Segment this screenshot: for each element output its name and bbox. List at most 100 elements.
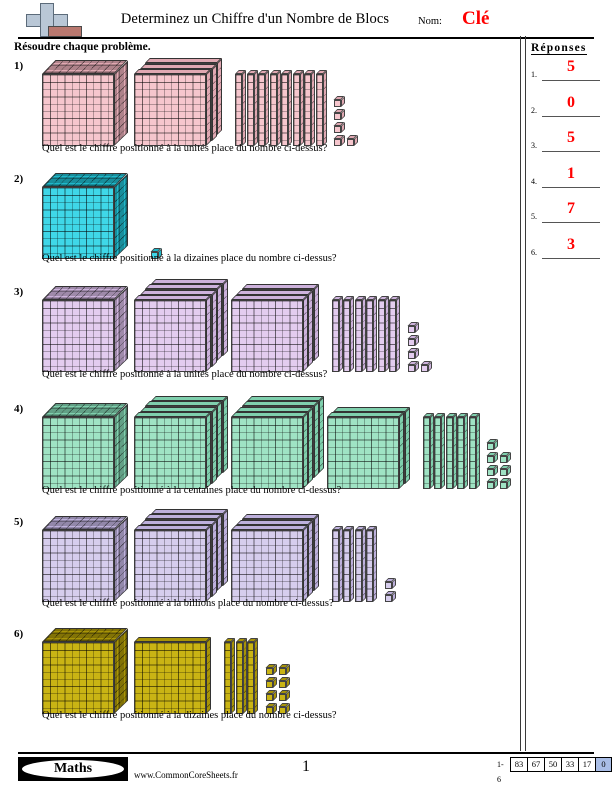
block-unit-one — [500, 452, 512, 463]
block-unit-one — [384, 591, 397, 602]
block-flat-hundred — [134, 412, 211, 489]
page-title: Determinez un Chiffre d'un Nombre de Blo… — [120, 11, 390, 27]
answer-row: 1. 5 — [531, 56, 603, 92]
answers-divider-right — [525, 36, 527, 751]
score-scale-cell: 17 — [578, 757, 595, 772]
block-rod-ten — [224, 638, 236, 714]
block-unit-one — [265, 677, 278, 688]
block-flat-hundred — [134, 295, 211, 372]
score-scale: 1-6 83 67 50 33 17 0 — [497, 757, 612, 784]
block-rod-ten — [247, 638, 259, 714]
block-rod-ten — [457, 413, 469, 489]
problem-question: Quel est le chiffre positionné à la diza… — [42, 710, 337, 721]
answers-column: Réponses 1. 5 2. 0 3. 5 4. 1 5. 7 6. 3 — [531, 38, 603, 269]
block-flat-hundred — [134, 525, 211, 602]
problem-question: Quel est le chiffre positionné à la bill… — [42, 598, 334, 609]
block-rod-ten — [354, 526, 367, 602]
answer-line — [542, 222, 600, 224]
answer-value: 5 — [567, 58, 575, 75]
answer-line — [542, 80, 600, 82]
block-rod-ten — [354, 296, 367, 372]
block-rod-ten — [389, 296, 401, 372]
block-rod-ten — [281, 70, 293, 146]
block-unit-one — [407, 335, 420, 346]
block-rod-ten — [343, 526, 355, 602]
answer-number: 3. — [531, 141, 537, 150]
block-rod-ten — [468, 413, 481, 489]
answer-row: 5. 7 — [531, 198, 603, 234]
block-rod-ten — [422, 413, 435, 489]
block-flat-hundred — [134, 637, 211, 714]
name-value: Clé — [462, 8, 490, 29]
block-cube-thousand — [42, 173, 128, 259]
block-cube-thousand — [42, 286, 128, 372]
answers-title: Réponses — [531, 42, 587, 55]
problem-number: 1) — [14, 60, 24, 72]
block-cube-thousand — [42, 628, 128, 714]
name-label: Nom: — [418, 16, 442, 27]
answer-line — [542, 186, 600, 188]
block-unit-one — [265, 690, 278, 701]
block-unit-one — [278, 664, 291, 675]
problem-number: 4) — [14, 403, 24, 415]
block-rod-ten — [445, 413, 458, 489]
score-scale-cell: 50 — [544, 757, 561, 772]
answer-value: 0 — [567, 93, 575, 111]
block-rod-ten — [366, 296, 378, 372]
block-rod-ten — [235, 70, 247, 146]
block-unit-one — [500, 465, 512, 476]
answer-number: 6. — [531, 247, 537, 257]
problem-question: Quel est le chiffre positionné à la unit… — [42, 143, 328, 154]
block-unit-one — [334, 122, 346, 133]
block-unit-one — [407, 348, 420, 359]
block-unit-one — [487, 478, 499, 489]
block-flat-hundred — [327, 412, 404, 489]
problem-question: Quel est le chiffre positionné à la cent… — [42, 485, 342, 496]
problem-number: 6) — [14, 628, 24, 640]
score-scale-cell: 83 — [510, 757, 527, 772]
answer-line — [542, 257, 600, 259]
answer-line — [542, 151, 600, 153]
block-unit-one — [487, 465, 499, 476]
instructions: Résoudre chaque problème. — [14, 41, 151, 53]
block-rod-ten — [366, 526, 378, 602]
problem-number: 2) — [14, 173, 24, 185]
problem-number: 5) — [14, 516, 24, 528]
answer-row: 2. 0 — [531, 92, 603, 128]
block-flat-hundred — [230, 295, 308, 372]
block-unit-one — [407, 322, 420, 333]
answer-number: 2. — [531, 105, 537, 115]
block-unit-one — [278, 677, 291, 688]
answer-value: 1 — [567, 164, 575, 182]
block-rod-ten — [315, 70, 328, 146]
block-unit-one — [334, 96, 346, 107]
header-divider — [18, 37, 594, 40]
block-flat-hundred — [134, 69, 211, 146]
score-scale-cell: 0 — [595, 757, 612, 772]
answer-row: 6. 3 — [531, 234, 603, 270]
block-rod-ten — [331, 296, 344, 372]
problem-number: 3) — [14, 286, 24, 298]
block-rod-ten — [235, 638, 248, 714]
block-rod-ten — [434, 413, 446, 489]
block-rod-ten — [246, 70, 259, 146]
block-unit-one — [265, 664, 278, 675]
answer-line — [542, 115, 600, 117]
worksheet-page: Determinez un Chiffre d'un Nombre de Blo… — [0, 0, 612, 792]
block-rod-ten — [331, 526, 344, 602]
block-unit-one — [384, 578, 397, 589]
answer-value: 3 — [567, 235, 575, 253]
answer-row: 4. 1 — [531, 163, 603, 199]
page-header: Determinez un Chiffre d'un Nombre de Blo… — [0, 0, 612, 40]
problem-question: Quel est le chiffre positionné à la unit… — [42, 369, 328, 380]
answers-divider-left — [520, 36, 522, 751]
block-unit-one — [500, 478, 512, 489]
block-unit-one — [407, 361, 420, 372]
block-rod-ten — [304, 70, 316, 146]
block-unit-one — [334, 135, 346, 146]
block-cube-thousand — [42, 403, 128, 489]
block-unit-one — [487, 439, 499, 450]
block-rod-ten — [377, 296, 390, 372]
problem-question: Quel est le chiffre positionné à la diza… — [42, 253, 337, 264]
block-unit-one — [347, 135, 359, 146]
